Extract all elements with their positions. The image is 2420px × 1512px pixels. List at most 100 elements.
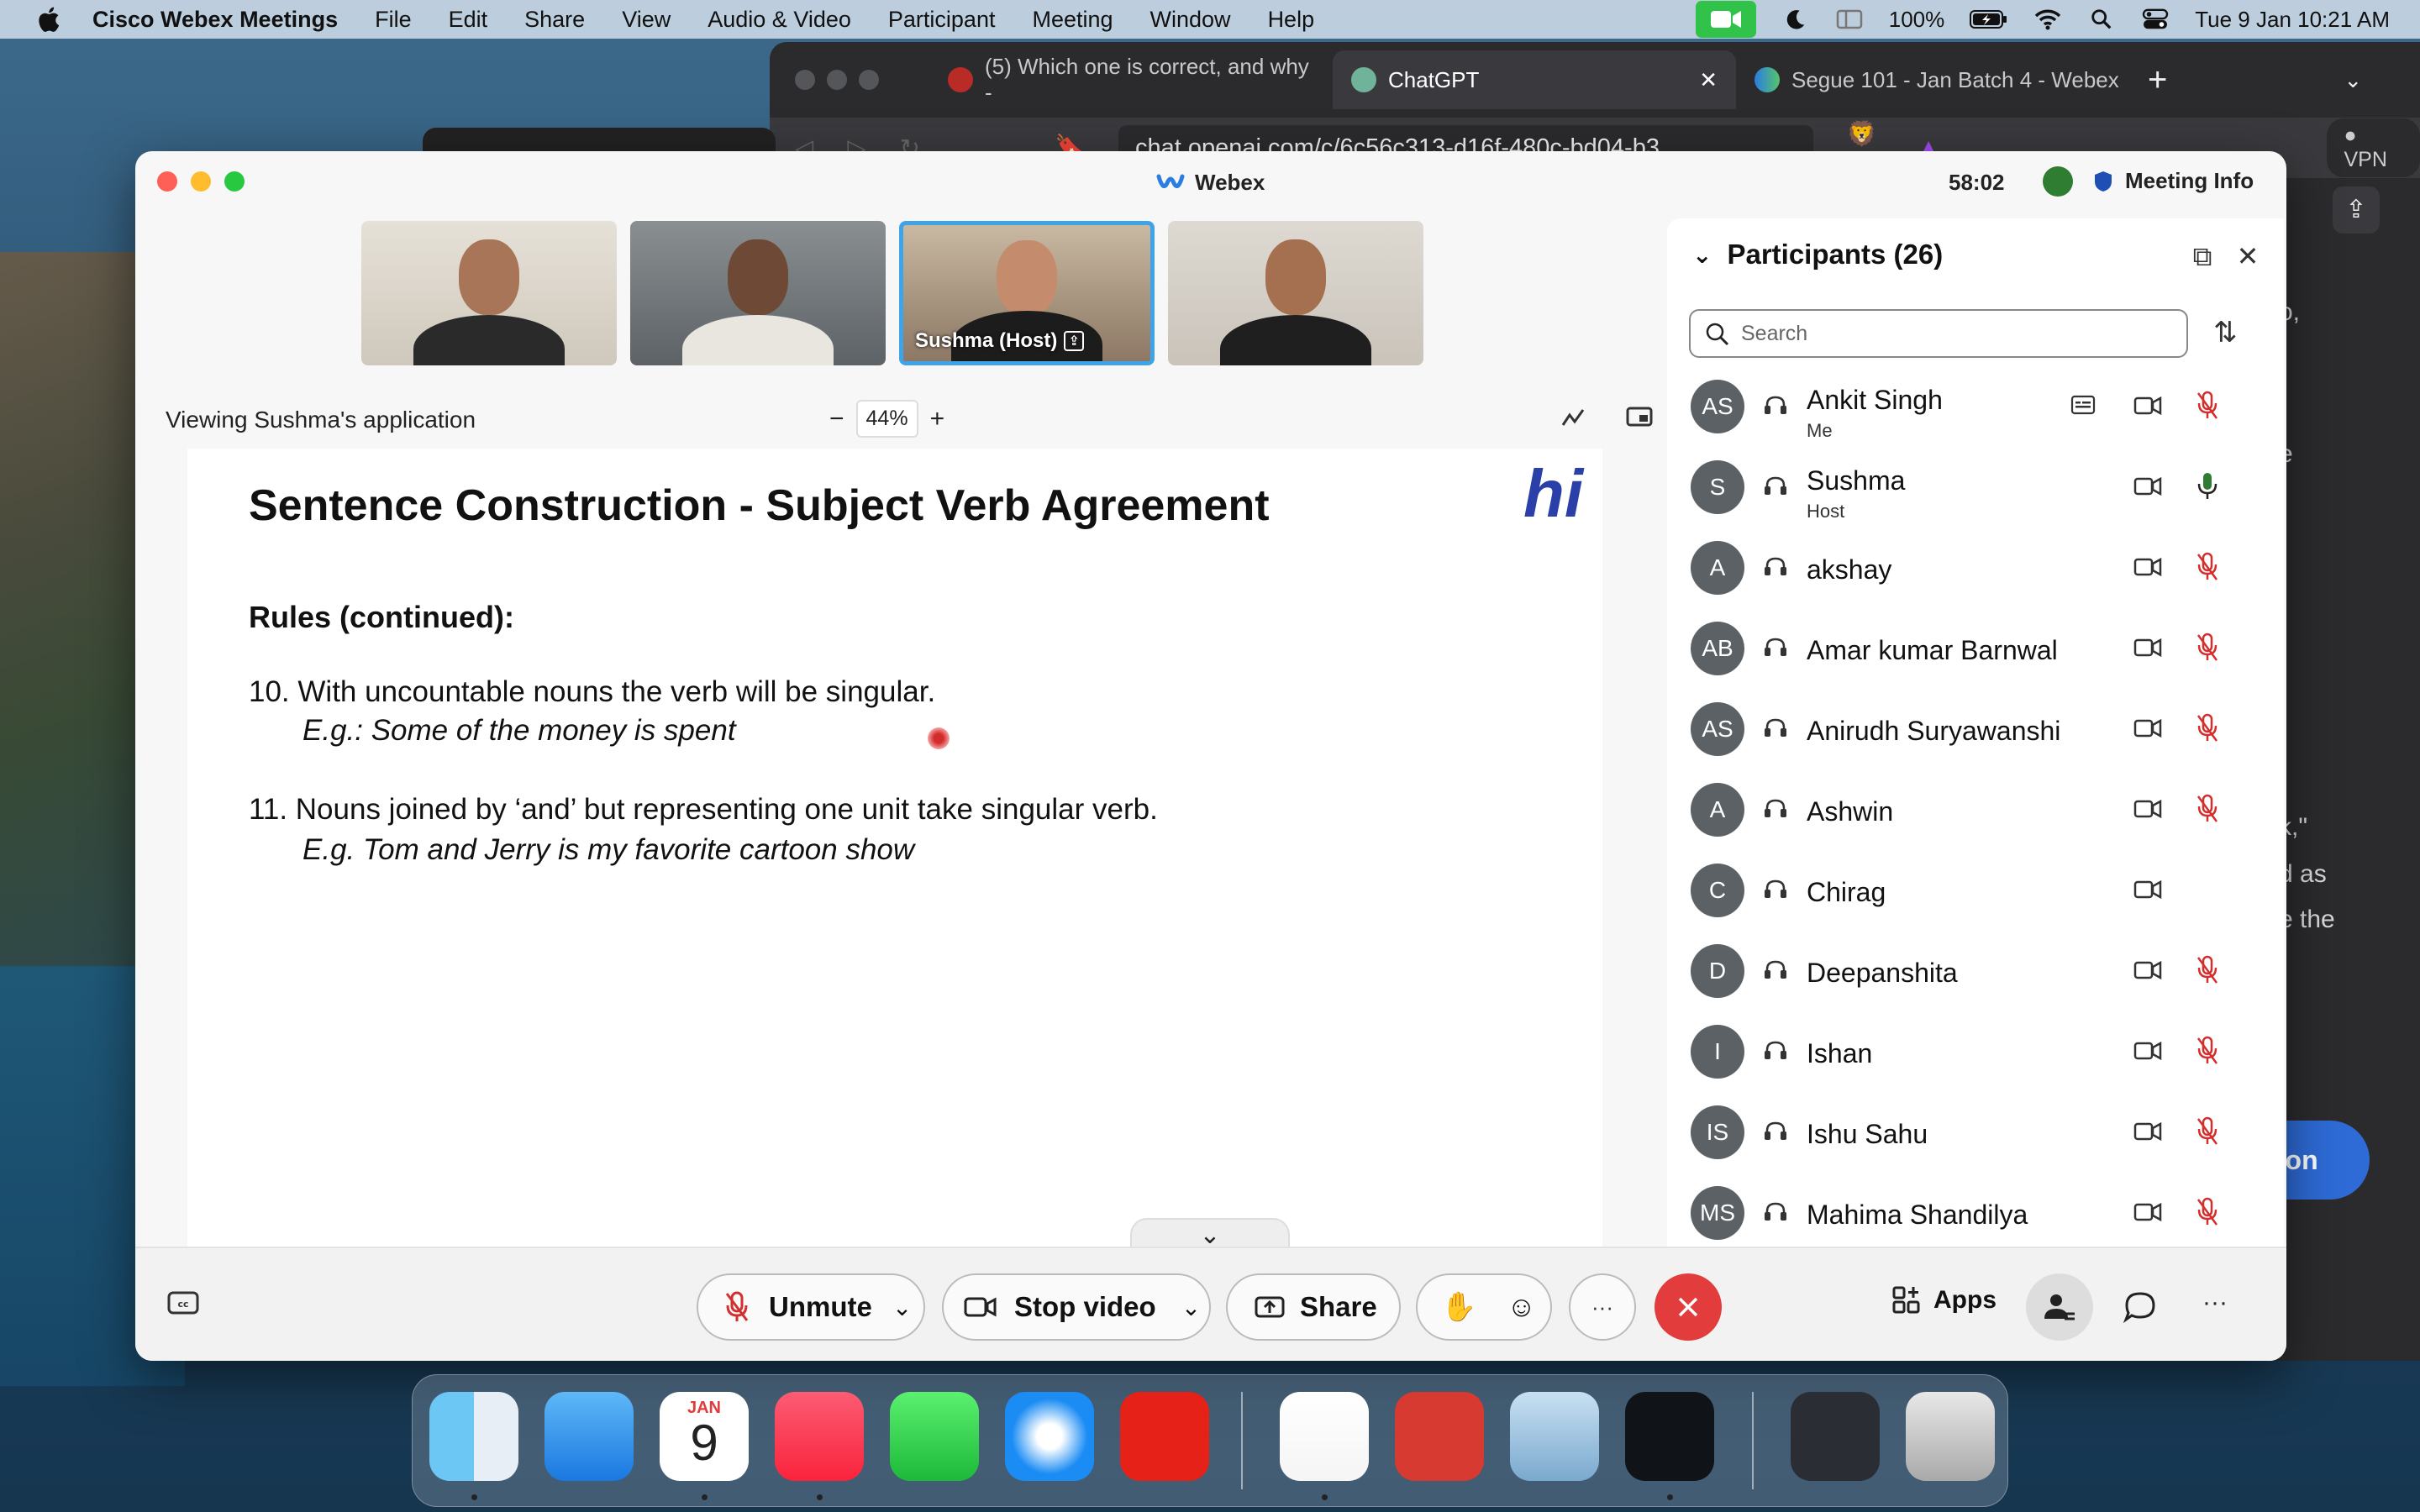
sidecar-icon[interactable] [1835, 8, 1864, 31]
raise-hand-icon[interactable]: ✋ [1441, 1290, 1476, 1324]
finder-icon[interactable] [429, 1392, 518, 1481]
mic-muted-icon[interactable] [2195, 1116, 2220, 1147]
mic-muted-icon[interactable] [2195, 632, 2220, 664]
camera-icon[interactable] [2133, 798, 2162, 820]
camera-icon[interactable] [2133, 1040, 2162, 1062]
browser-tab-chatgpt[interactable]: ChatGPT ✕ [1333, 50, 1736, 109]
menu-view[interactable]: View [622, 7, 671, 33]
tab-list-chevron-icon[interactable]: ⌄ [2344, 67, 2362, 93]
participant-row[interactable]: Aakshay [1667, 528, 2284, 608]
participant-row[interactable]: AB Amar kumar Barnwal [1667, 608, 2284, 689]
menu-share[interactable]: Share [524, 7, 585, 33]
video-options-chevron-icon[interactable]: ⌄ [1181, 1294, 1201, 1321]
unmute-options-chevron-icon[interactable]: ⌄ [892, 1294, 912, 1321]
camera-icon[interactable] [2133, 395, 2162, 417]
minimized-window-icon[interactable] [1791, 1392, 1880, 1481]
annotate-icon[interactable] [1560, 405, 1588, 430]
spotlight-search-icon[interactable] [2087, 8, 2116, 31]
participant-row[interactable]: D Deepanshita [1667, 931, 2284, 1011]
control-center-icon[interactable] [2141, 8, 2170, 31]
video-tile-host[interactable]: Sushma (Host) ⇪ [899, 221, 1155, 365]
zoom-window-button[interactable] [224, 171, 245, 192]
camera-icon[interactable] [2133, 637, 2162, 659]
zoom-in-button[interactable]: + [930, 405, 945, 433]
wifi-icon[interactable] [2033, 8, 2062, 31]
menu-audio-video[interactable]: Audio & Video [708, 7, 851, 33]
pop-out-icon[interactable]: ⧉ [2188, 242, 2217, 270]
safari-icon[interactable] [1005, 1392, 1094, 1481]
battery-charging-icon[interactable] [1970, 8, 2008, 31]
video-tile[interactable] [1168, 221, 1423, 365]
video-tile[interactable] [361, 221, 617, 365]
menu-window[interactable]: Window [1150, 7, 1231, 33]
apps-button[interactable]: Apps [1891, 1285, 1996, 1315]
unmute-button[interactable]: Unmute ⌄ [697, 1273, 925, 1341]
zoom-out-button[interactable]: − [829, 405, 844, 433]
menu-edit[interactable]: Edit [449, 7, 488, 33]
participant-search-input[interactable]: Search [1689, 309, 2188, 358]
browser-tab-quora[interactable]: (5) Which one is correct, and why - [929, 50, 1333, 109]
menu-help[interactable]: Help [1268, 7, 1315, 33]
mic-muted-icon[interactable] [2195, 390, 2220, 422]
participants-toggle-button[interactable] [2026, 1273, 2093, 1341]
webex-status-video-icon[interactable] [1695, 1, 1756, 38]
stop-video-button[interactable]: Stop video ⌄ [942, 1273, 1211, 1341]
collapse-chevron-icon[interactable]: ⌄ [1692, 241, 1712, 269]
reactions-icon[interactable]: ☺ [1507, 1291, 1536, 1324]
facetime-icon[interactable] [890, 1392, 979, 1481]
participant-row[interactable]: C Chirag [1667, 850, 2284, 931]
webex-app-icon[interactable] [1625, 1392, 1714, 1481]
calendar-icon[interactable]: JAN 9 [660, 1392, 749, 1481]
participants-header[interactable]: ⌄ Participants (26) [1692, 239, 1943, 270]
more-icon[interactable]: ··· [2202, 1289, 2228, 1317]
youtube-icon[interactable] [1120, 1392, 1209, 1481]
menu-participant[interactable]: Participant [888, 7, 996, 33]
view-options-icon[interactable] [1625, 405, 1654, 430]
photo-booth-icon[interactable] [1395, 1392, 1484, 1481]
mic-muted-icon[interactable] [2195, 1196, 2220, 1228]
mail-icon[interactable] [544, 1392, 634, 1481]
close-tab-icon[interactable]: ✕ [1699, 67, 1718, 93]
browser-tab-webex[interactable]: Segue 101 - Jan Batch 4 - Webex [1736, 50, 2139, 109]
captions-badge-icon[interactable] [2070, 395, 2096, 415]
camera-icon[interactable] [2133, 717, 2162, 739]
sort-icon[interactable]: ⇅ [2213, 316, 2238, 349]
music-icon[interactable] [775, 1392, 864, 1481]
camera-icon[interactable] [2133, 1121, 2162, 1142]
network-signal-icon[interactable] [2043, 166, 2073, 197]
participant-row[interactable]: I Ishan [1667, 1011, 2284, 1092]
share-page-icon[interactable]: ⇪ [2333, 186, 2380, 234]
mic-muted-icon[interactable] [2195, 793, 2220, 825]
participant-row[interactable]: S Sushma Host [1667, 447, 2284, 528]
video-tile[interactable] [630, 221, 886, 365]
new-tab-icon[interactable]: + [2148, 61, 2167, 99]
preview-icon[interactable] [1510, 1392, 1599, 1481]
apple-menu-icon[interactable] [35, 5, 60, 34]
meeting-info-button[interactable]: Meeting Info [2093, 168, 2254, 194]
mic-muted-icon[interactable] [2195, 1035, 2220, 1067]
chat-icon[interactable] [2123, 1290, 2157, 1324]
mic-muted-icon[interactable] [2195, 712, 2220, 744]
menu-app-name[interactable]: Cisco Webex Meetings [92, 7, 338, 33]
participant-row[interactable]: AS Ankit Singh Me [1667, 366, 2284, 447]
camera-icon[interactable] [2133, 959, 2162, 981]
menu-file[interactable]: File [375, 7, 412, 33]
focus-moon-icon[interactable] [1781, 8, 1810, 31]
camera-icon[interactable] [2133, 1201, 2162, 1223]
brave-browser-icon[interactable] [1280, 1392, 1369, 1481]
vpn-button[interactable]: ● VPN [2327, 118, 2420, 177]
camera-icon[interactable] [2133, 475, 2162, 497]
participant-row[interactable]: MS Mahima Shandilya [1667, 1173, 2284, 1253]
close-panel-icon[interactable]: ✕ [2233, 242, 2262, 270]
zoom-level[interactable]: 44% [855, 400, 918, 438]
trash-icon[interactable] [1906, 1392, 1995, 1481]
camera-icon[interactable] [2133, 879, 2162, 900]
participant-row[interactable]: A Ashwin [1667, 769, 2284, 850]
participant-row[interactable]: IS Ishu Sahu [1667, 1092, 2284, 1173]
leave-meeting-button[interactable] [1655, 1273, 1722, 1341]
mic-active-icon[interactable] [2195, 470, 2220, 502]
camera-icon[interactable] [2133, 556, 2162, 578]
menubar-clock[interactable]: Tue 9 Jan 10:21 AM [2195, 7, 2390, 33]
share-button[interactable]: Share [1226, 1273, 1401, 1341]
minimize-window-button[interactable] [191, 171, 211, 192]
